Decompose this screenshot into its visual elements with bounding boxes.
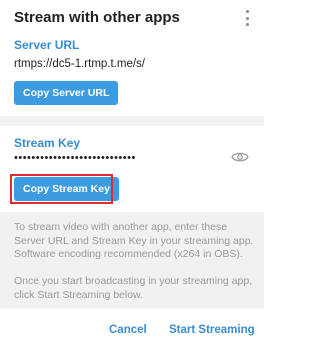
section-divider xyxy=(0,116,264,126)
stream-dialog: Stream with other apps Server URL rtmps:… xyxy=(0,0,264,347)
info-paragraph-2: Once you start broadcasting in your stre… xyxy=(14,275,253,301)
copy-stream-key-button[interactable]: Copy Stream Key xyxy=(14,177,119,201)
eye-icon[interactable] xyxy=(231,151,249,163)
dialog-title: Stream with other apps xyxy=(14,9,180,26)
info-section: To stream video with another app, enter … xyxy=(0,212,264,309)
stream-key-value: •••••••••••••••••••••••••••• xyxy=(14,152,136,164)
server-url-label: Server URL xyxy=(14,38,80,52)
copy-server-url-button[interactable]: Copy Server URL xyxy=(14,81,119,105)
cancel-button[interactable]: Cancel xyxy=(109,324,147,336)
stream-key-label: Stream Key xyxy=(14,136,81,150)
more-vertical-icon[interactable] xyxy=(242,10,252,26)
start-streaming-button[interactable]: Start Streaming xyxy=(169,324,255,336)
server-url-value: rtmps://dc5-1.rtmp.t.me/s/ xyxy=(14,58,145,70)
info-paragraph-1: To stream video with another app, enter … xyxy=(14,221,254,260)
